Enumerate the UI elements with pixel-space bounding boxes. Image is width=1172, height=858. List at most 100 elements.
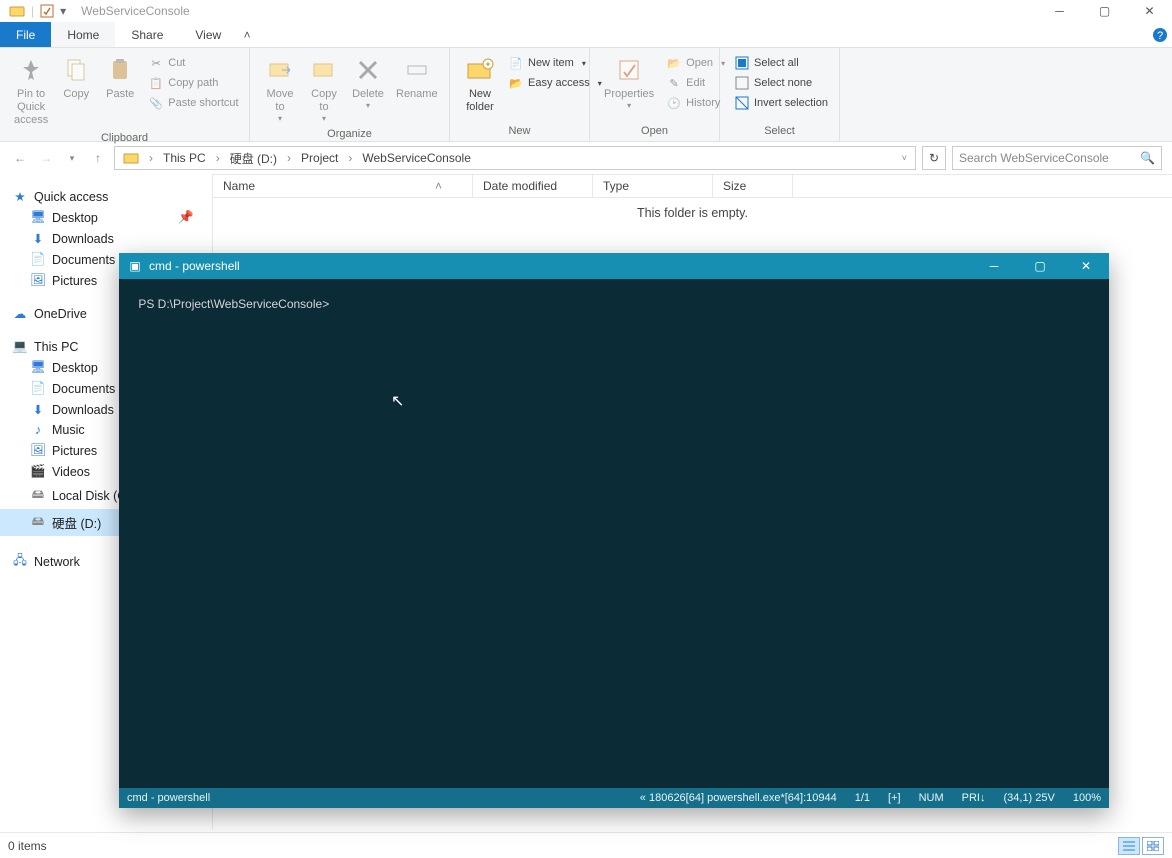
pictures-icon: 🖼 xyxy=(30,443,46,458)
rename-icon xyxy=(401,54,433,86)
new-item-icon: 📄 xyxy=(508,55,524,71)
paste-icon xyxy=(104,54,136,86)
view-large-icons-button[interactable] xyxy=(1142,837,1164,855)
sidebar-item-desktop[interactable]: 🖥Desktop📌 xyxy=(0,207,212,228)
terminal-minimize-button[interactable]: ─ xyxy=(971,253,1017,279)
tab-view[interactable]: View xyxy=(179,22,237,47)
star-icon: ★ xyxy=(12,189,28,204)
cut-button[interactable]: ✂Cut xyxy=(146,54,240,72)
address-bar[interactable]: › This PC › 硬盘 (D:) › Project › WebServi… xyxy=(114,146,916,170)
help-icon[interactable]: ? xyxy=(1148,22,1172,47)
properties-button[interactable]: Properties▾ xyxy=(598,52,660,113)
copy-to-button[interactable]: Copy to▾ xyxy=(302,52,346,126)
terminal-icon: ▣ xyxy=(125,259,145,273)
network-icon: 🖧 xyxy=(12,551,28,572)
terminal-sb-num: NUM xyxy=(919,792,944,804)
breadcrumb-drive[interactable]: 硬盘 (D:) xyxy=(226,150,281,167)
tab-file[interactable]: File xyxy=(0,22,51,47)
terminal-close-button[interactable]: ✕ xyxy=(1063,253,1109,279)
terminal-sb-left: cmd - powershell xyxy=(127,792,210,804)
terminal-sb-plus: [+] xyxy=(888,792,901,804)
nav-bar: ← → ▾ ↑ › This PC › 硬盘 (D:) › Project › … xyxy=(0,142,1172,174)
move-to-icon xyxy=(264,54,296,86)
group-label-clipboard: Clipboard xyxy=(0,130,249,148)
group-label-open: Open xyxy=(590,123,719,141)
ribbon-collapse-icon[interactable]: ˄ xyxy=(237,22,257,47)
invert-selection-icon xyxy=(734,95,750,111)
new-folder-button[interactable]: ✦New folder xyxy=(458,52,502,116)
folder-icon xyxy=(119,151,143,165)
explorer-titlebar: | ▾ WebServiceConsole ─ ▢ ✕ xyxy=(0,0,1172,22)
desktop-icon: 🖥 xyxy=(30,210,46,225)
breadcrumb-project[interactable]: Project xyxy=(297,151,342,165)
breadcrumb-current[interactable]: WebServiceConsole xyxy=(358,151,475,165)
onedrive-icon: ☁ xyxy=(12,306,28,321)
desktop-icon: 🖥 xyxy=(30,360,46,375)
select-all-icon xyxy=(734,55,750,71)
terminal-prompt: PS D:\Project\WebServiceConsole> xyxy=(138,297,329,311)
pictures-icon: 🖼 xyxy=(30,273,46,288)
sidebar-quick-access[interactable]: ★Quick access xyxy=(0,186,212,207)
back-button[interactable]: ← xyxy=(10,151,30,165)
easy-access-icon: 📂 xyxy=(508,75,524,91)
search-placeholder: Search WebServiceConsole xyxy=(959,151,1109,165)
group-label-organize: Organize xyxy=(250,126,449,144)
terminal-title: cmd - powershell xyxy=(149,259,240,273)
tab-home[interactable]: Home xyxy=(51,22,115,47)
pin-to-quick-access-button[interactable]: Pin to Quick access xyxy=(8,52,54,130)
refresh-button[interactable]: ↻ xyxy=(922,146,946,170)
drive-icon: 🖴 xyxy=(30,485,46,506)
terminal-sb-proc: « 180626[64] powershell.exe*[64]:10944 xyxy=(640,792,837,804)
empty-folder-text: This folder is empty. xyxy=(213,206,1172,220)
terminal-sb-pri: PRI↓ xyxy=(962,792,986,804)
qat-dropdown-icon[interactable]: ▾ xyxy=(60,4,66,18)
edit-icon: ✎ xyxy=(666,75,682,91)
copy-icon xyxy=(60,54,92,86)
invert-selection-button[interactable]: Invert selection xyxy=(732,94,830,112)
maximize-button[interactable]: ▢ xyxy=(1082,0,1127,22)
terminal-window: ▣ cmd - powershell ─ ▢ ✕ PS D:\Project\W… xyxy=(119,253,1109,808)
terminal-maximize-button[interactable]: ▢ xyxy=(1017,253,1063,279)
delete-icon xyxy=(352,54,384,86)
terminal-body[interactable]: PS D:\Project\WebServiceConsole> ↖ xyxy=(119,279,1109,788)
copy-button[interactable]: Copy xyxy=(54,52,98,103)
forward-button[interactable]: → xyxy=(36,151,56,165)
group-label-new: New xyxy=(450,123,589,141)
paste-shortcut-button[interactable]: 📎Paste shortcut xyxy=(146,94,240,112)
delete-button[interactable]: Delete▾ xyxy=(346,52,390,113)
quick-access-toolbar: | ▾ xyxy=(0,3,69,19)
search-box[interactable]: Search WebServiceConsole 🔍 xyxy=(952,146,1162,170)
terminal-titlebar[interactable]: ▣ cmd - powershell ─ ▢ ✕ xyxy=(119,253,1109,279)
svg-text:?: ? xyxy=(1157,30,1163,42)
folder-icon xyxy=(9,3,25,19)
copy-path-icon: 📋 xyxy=(148,75,164,91)
edit-button[interactable]: ✎Edit xyxy=(664,74,727,92)
address-dropdown-icon[interactable]: ˅ xyxy=(898,153,911,163)
select-all-button[interactable]: Select all xyxy=(732,54,830,72)
select-none-button[interactable]: Select none xyxy=(732,74,830,92)
recent-locations-button[interactable]: ▾ xyxy=(62,153,82,164)
tab-share[interactable]: Share xyxy=(115,22,179,47)
rename-button[interactable]: Rename xyxy=(390,52,444,103)
up-button[interactable]: ↑ xyxy=(88,151,108,165)
copy-path-button[interactable]: 📋Copy path xyxy=(146,74,240,92)
move-to-button[interactable]: Move to▾ xyxy=(258,52,302,126)
minimize-button[interactable]: ─ xyxy=(1037,0,1082,22)
close-button[interactable]: ✕ xyxy=(1127,0,1172,22)
view-details-button[interactable] xyxy=(1118,837,1140,855)
terminal-sb-pos: (34,1) 25V xyxy=(1003,792,1054,804)
ribbon: Pin to Quick access Copy Paste ✂Cut 📋Cop… xyxy=(0,48,1172,142)
qat-properties-icon[interactable] xyxy=(40,4,54,18)
documents-icon: 📄 xyxy=(30,381,46,396)
history-button[interactable]: 🕑History xyxy=(664,94,727,112)
breadcrumb-thispc[interactable]: This PC xyxy=(159,151,210,165)
copy-to-icon xyxy=(308,54,340,86)
sidebar-item-downloads[interactable]: ⬇Downloads xyxy=(0,228,212,249)
breadcrumb-sep[interactable]: › xyxy=(145,151,157,165)
search-icon: 🔍 xyxy=(1140,151,1155,165)
pin-icon xyxy=(15,54,47,86)
paste-button[interactable]: Paste xyxy=(98,52,142,103)
videos-icon: 🎬 xyxy=(30,464,46,479)
open-button[interactable]: 📂Open▾ xyxy=(664,54,727,72)
paste-shortcut-icon: 📎 xyxy=(148,95,164,111)
